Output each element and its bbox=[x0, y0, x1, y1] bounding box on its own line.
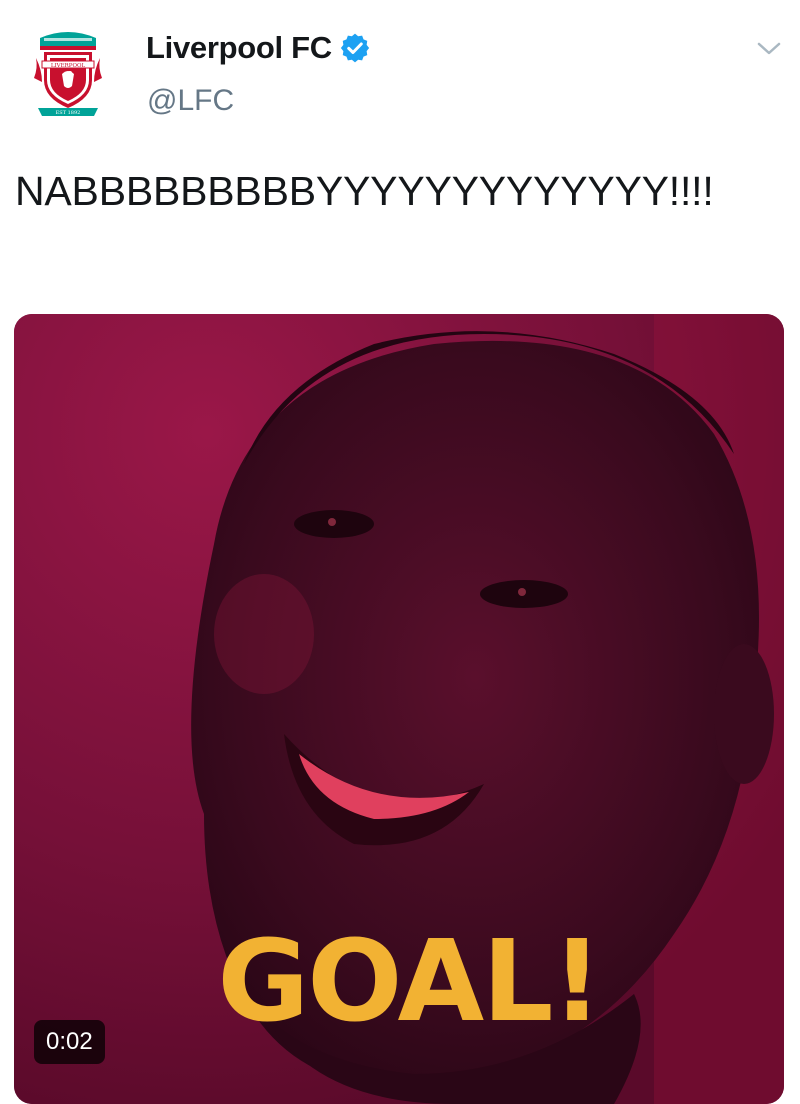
video-duration-badge: 0:02 bbox=[34, 1020, 105, 1064]
avatar[interactable]: LIVERPOOL EST 1892 bbox=[30, 28, 106, 118]
svg-text:LIVERPOOL: LIVERPOOL bbox=[51, 63, 86, 69]
video-player[interactable]: GOAL! 0:02 bbox=[14, 314, 784, 1104]
verified-badge-icon bbox=[340, 33, 369, 63]
tweet-card[interactable]: LIVERPOOL EST 1892 Liverpool FC @LFC NAB… bbox=[0, 0, 800, 1104]
author-handle[interactable]: @LFC bbox=[147, 84, 234, 118]
liverpool-crest-icon: LIVERPOOL EST 1892 bbox=[34, 32, 102, 116]
goal-overlay-text: GOAL! bbox=[217, 917, 602, 1047]
tweet-text: NABBBBBBBBBYYYYYYYYYYYYY!!!! bbox=[15, 168, 714, 214]
author-header[interactable]: Liverpool FC bbox=[146, 30, 370, 66]
chevron-down-icon[interactable] bbox=[756, 40, 782, 58]
author-display-name[interactable]: Liverpool FC bbox=[146, 30, 332, 66]
svg-text:EST 1892: EST 1892 bbox=[56, 110, 81, 116]
